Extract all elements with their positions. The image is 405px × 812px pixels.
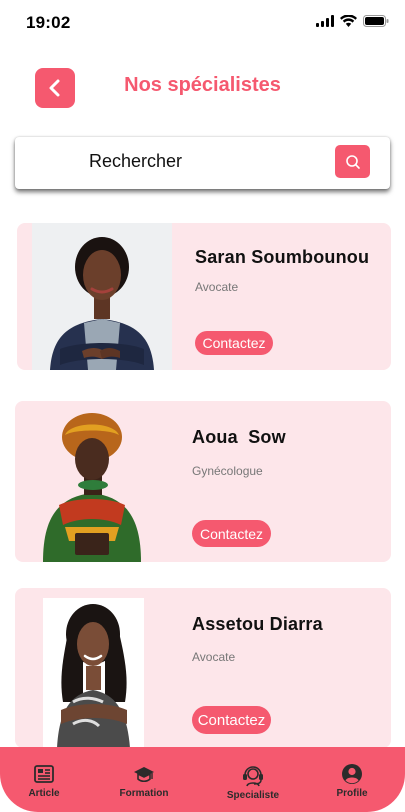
status-time: 19:02 xyxy=(26,13,71,32)
search-button[interactable] xyxy=(335,145,370,178)
signal-icon xyxy=(316,15,334,27)
specialist-card[interactable]: Assetou Diarra Avocate Contactez xyxy=(15,588,391,748)
nav-item-formation[interactable]: Formation xyxy=(116,763,172,799)
header: Nos spécialistes xyxy=(0,68,405,108)
back-button[interactable] xyxy=(35,68,75,108)
specialist-role: Avocate xyxy=(195,280,239,294)
specialist-photo xyxy=(32,223,172,370)
specialist-card[interactable]: Saran Soumbounou Avocate Contactez xyxy=(17,223,391,370)
contact-button[interactable]: Contactez xyxy=(192,706,271,734)
contact-button[interactable]: Contactez xyxy=(192,520,271,547)
headset-icon xyxy=(243,766,263,787)
nav-item-specialiste[interactable]: Specialiste xyxy=(224,763,282,801)
specialist-name: Aoua Sow xyxy=(192,427,286,447)
nav-label: Article xyxy=(28,788,60,799)
status-bar: 19:02 xyxy=(0,0,405,46)
specialist-role: Gynécologue xyxy=(192,464,263,478)
specialist-name: Saran Soumbounou xyxy=(195,247,370,267)
search-icon xyxy=(345,154,360,169)
search-input[interactable]: Rechercher xyxy=(89,151,182,172)
user-circle-icon xyxy=(342,764,362,784)
nav-label: Specialiste xyxy=(226,790,280,801)
nav-label: Formation xyxy=(119,788,169,799)
battery-icon xyxy=(363,15,389,27)
specialist-role: Avocate xyxy=(192,650,236,664)
specialist-card[interactable]: Aoua Sow Gynécologue Contactez xyxy=(15,401,391,562)
specialist-name: Assetou Diarra xyxy=(192,614,323,634)
nav-label: Profile xyxy=(336,788,368,799)
bottom-nav: Article Formation Specialiste Profile xyxy=(0,747,405,812)
specialist-photo xyxy=(43,598,144,748)
specialist-photo xyxy=(35,409,150,562)
graduation-cap-icon xyxy=(134,767,154,783)
status-icons xyxy=(316,15,389,27)
chevron-left-icon xyxy=(49,79,60,97)
nav-item-article[interactable]: Article xyxy=(24,763,64,799)
search-bar[interactable]: Rechercher xyxy=(15,137,390,189)
wifi-icon xyxy=(340,15,357,27)
contact-button[interactable]: Contactez xyxy=(195,331,273,355)
newspaper-icon xyxy=(34,765,54,783)
nav-item-profile[interactable]: Profile xyxy=(330,763,374,799)
